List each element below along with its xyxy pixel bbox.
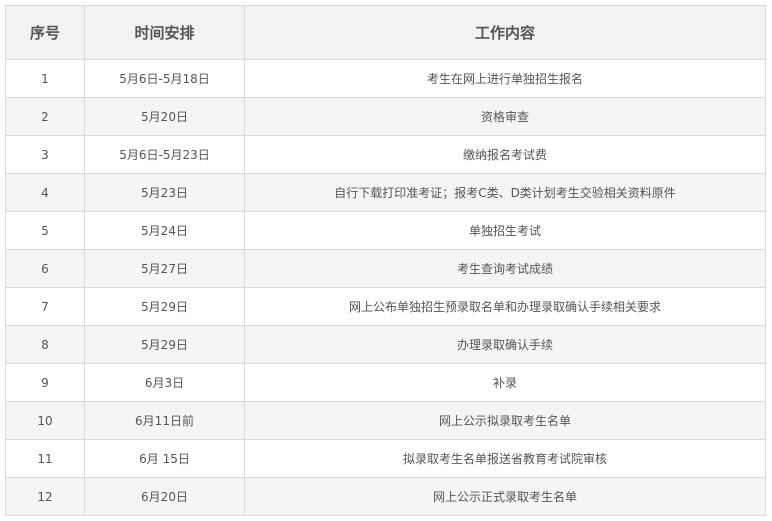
table-row: 4 5月23日 自行下载打印准考证；报考C类、D类计划考生交验相关资料原件 <box>5 173 766 212</box>
table-row: 7 5月29日 网上公布单独招生预录取名单和办理录取确认手续相关要求 <box>5 287 766 326</box>
table-row: 12 6月20日 网上公示正式录取考生名单 <box>5 477 766 516</box>
cell-time: 5月29日 <box>84 325 245 364</box>
cell-time: 5月6日-5月18日 <box>84 59 245 98</box>
table-row: 2 5月20日 资格审查 <box>5 97 766 136</box>
cell-time: 6月 15日 <box>84 439 245 478</box>
cell-time: 5月20日 <box>84 97 245 136</box>
table-row: 3 5月6日-5月23日 缴纳报名考试费 <box>5 135 766 174</box>
header-index: 序号 <box>5 5 85 60</box>
cell-index: 3 <box>5 135 85 174</box>
cell-content: 办理录取确认手续 <box>244 325 766 364</box>
cell-index: 5 <box>5 211 85 250</box>
header-content: 工作内容 <box>244 5 766 60</box>
table-row: 11 6月 15日 拟录取考生名单报送省教育考试院审核 <box>5 439 766 478</box>
cell-content: 网上公布单独招生预录取名单和办理录取确认手续相关要求 <box>244 287 766 326</box>
cell-index: 12 <box>5 477 85 516</box>
cell-content: 考生在网上进行单独招生报名 <box>244 59 766 98</box>
cell-time: 6月20日 <box>84 477 245 516</box>
cell-content: 资格审查 <box>244 97 766 136</box>
cell-content: 网上公示拟录取考生名单 <box>244 401 766 440</box>
cell-index: 11 <box>5 439 85 478</box>
cell-content: 网上公示正式录取考生名单 <box>244 477 766 516</box>
table-row: 5 5月24日 单独招生考试 <box>5 211 766 250</box>
header-row: 序号 时间安排 工作内容 <box>5 5 766 60</box>
cell-time: 5月27日 <box>84 249 245 288</box>
cell-content: 考生查询考试成绩 <box>244 249 766 288</box>
cell-index: 7 <box>5 287 85 326</box>
cell-content: 补录 <box>244 363 766 402</box>
cell-index: 4 <box>5 173 85 212</box>
cell-time: 5月23日 <box>84 173 245 212</box>
cell-time: 6月11日前 <box>84 401 245 440</box>
cell-index: 6 <box>5 249 85 288</box>
table-row: 9 6月3日 补录 <box>5 363 766 402</box>
table-row: 8 5月29日 办理录取确认手续 <box>5 325 766 364</box>
table-header: 序号 时间安排 工作内容 <box>5 5 766 60</box>
table-row: 10 6月11日前 网上公示拟录取考生名单 <box>5 401 766 440</box>
cell-content: 拟录取考生名单报送省教育考试院审核 <box>244 439 766 478</box>
cell-index: 8 <box>5 325 85 364</box>
table-row: 1 5月6日-5月18日 考生在网上进行单独招生报名 <box>5 59 766 98</box>
header-time: 时间安排 <box>84 5 245 60</box>
table-row: 6 5月27日 考生查询考试成绩 <box>5 249 766 288</box>
schedule-table: 序号 时间安排 工作内容 1 5月6日-5月18日 考生在网上进行单独招生报名 2 5月… <box>5 5 766 516</box>
table-body: 1 5月6日-5月18日 考生在网上进行单独招生报名 2 5月20日 资格审查 3 5月6日-… <box>5 59 766 516</box>
cell-time: 5月24日 <box>84 211 245 250</box>
cell-index: 1 <box>5 59 85 98</box>
cell-index: 2 <box>5 97 85 136</box>
cell-index: 9 <box>5 363 85 402</box>
cell-index: 10 <box>5 401 85 440</box>
cell-time: 6月3日 <box>84 363 245 402</box>
cell-content: 缴纳报名考试费 <box>244 135 766 174</box>
cell-time: 5月6日-5月23日 <box>84 135 245 174</box>
cell-content: 自行下载打印准考证；报考C类、D类计划考生交验相关资料原件 <box>244 173 766 212</box>
cell-content: 单独招生考试 <box>244 211 766 250</box>
cell-time: 5月29日 <box>84 287 245 326</box>
